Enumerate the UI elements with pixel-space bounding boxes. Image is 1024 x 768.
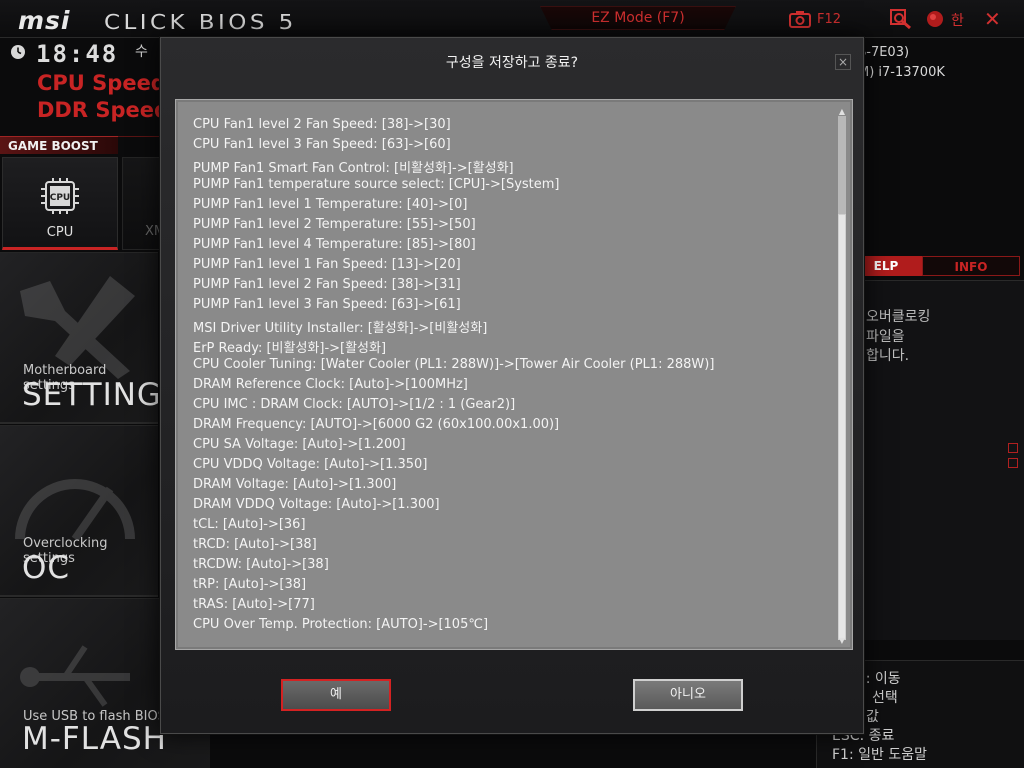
yes-button[interactable]: 예 <box>281 679 391 711</box>
xmp-profile-tile[interactable]: XM <box>122 157 165 250</box>
oc-title: OC <box>22 550 71 586</box>
change-line: CPU Over Temp. Protection: [AUTO]->[105℃… <box>193 617 489 632</box>
help-text-line: 파일을 <box>866 329 905 345</box>
change-line: DRAM Frequency: [AUTO]->[6000 G2 (60x100… <box>193 417 560 432</box>
scroll-thumb[interactable] <box>838 214 846 640</box>
change-line: CPU Fan1 level 2 Fan Speed: [38]->[30] <box>193 117 451 132</box>
screenshot-button[interactable]: F12 <box>789 9 841 29</box>
help-info-tabs: ELP INFO <box>850 256 1020 276</box>
save-exit-dialog: 구성을 저장하고 종료? × CPU Fan1 level 2 Fan Spee… <box>160 37 864 734</box>
cpu-tile-label: CPU <box>46 225 74 240</box>
game-boost-divider <box>118 136 160 137</box>
oc-menu[interactable]: Overclocking settings OC <box>0 425 158 597</box>
ez-mode-button[interactable]: EZ Mode (F7) <box>540 6 736 30</box>
weekday: 수 <box>135 44 148 60</box>
change-line: PUMP Fan1 level 2 Fan Speed: [38]->[31] <box>193 277 461 292</box>
exit-button[interactable]: ✕ <box>984 7 1001 31</box>
clock-time: 18:48 <box>36 40 119 68</box>
change-line: PUMP Fan1 level 3 Fan Speed: [63]->[61] <box>193 297 461 312</box>
cpu-info: M) i7-13700K <box>858 65 945 80</box>
settings-menu[interactable]: Motherboard settings SETTINGS <box>0 252 158 424</box>
scroll-down-icon[interactable]: ▼ <box>837 637 847 645</box>
change-line: ErP Ready: [비활성화]->[활성화] <box>193 341 387 356</box>
change-line: PUMP Fan1 level 1 Temperature: [40]->[0] <box>193 197 468 212</box>
ddr-speed-label: DDR Speed <box>37 98 170 122</box>
camera-icon <box>789 11 811 28</box>
change-line: DRAM Reference Clock: [Auto]->[100MHz] <box>193 377 468 392</box>
key-hint: F1: 일반 도움말 <box>832 747 927 763</box>
cpu-chip-icon: CPU <box>41 178 79 214</box>
help-scroll-mark <box>1008 443 1018 453</box>
change-line: DRAM VDDQ Voltage: [Auto]->[1.300] <box>193 497 440 512</box>
change-line: tCL: [Auto]->[36] <box>193 517 306 532</box>
change-line: CPU SA Voltage: [Auto]->[1.200] <box>193 437 406 452</box>
change-line: CPU Fan1 level 3 Fan Speed: [63]->[60] <box>193 137 451 152</box>
help-scroll-mark <box>1008 458 1018 468</box>
change-line: PUMP Fan1 level 4 Temperature: [85]->[80… <box>193 237 476 252</box>
game-boost-label: GAME BOOST <box>0 136 118 154</box>
help-text-line: 합니다. <box>866 348 910 364</box>
globe-icon[interactable] <box>924 9 946 29</box>
change-line: PUMP Fan1 level 2 Temperature: [55]->[50… <box>193 217 476 232</box>
board-info: S-7E03) <box>858 45 910 60</box>
change-line: CPU Cooler Tuning: [Water Cooler (PL1: 2… <box>193 357 715 372</box>
change-line: tRP: [Auto]->[38] <box>193 577 307 592</box>
cpu-speed-label: CPU Speed <box>37 71 166 95</box>
change-line: CPU VDDQ Voltage: [Auto]->[1.350] <box>193 457 428 472</box>
help-text-line: 오버클로킹 <box>866 309 931 325</box>
svg-text:CPU: CPU <box>50 193 71 203</box>
change-line: MSI Driver Utility Installer: [활성화]->[비활… <box>193 321 488 336</box>
clock-icon <box>11 45 25 59</box>
product-name: CLICK BIOS 5 <box>104 10 297 34</box>
change-line: PUMP Fan1 temperature source select: [CP… <box>193 177 560 192</box>
change-line: PUMP Fan1 Smart Fan Control: [비활성화]->[활성… <box>193 161 514 176</box>
tab-info[interactable]: INFO <box>922 256 1020 276</box>
change-line: tRCD: [Auto]->[38] <box>193 537 317 552</box>
change-line: tRCDW: [Auto]->[38] <box>193 557 329 572</box>
msi-logo: msi <box>18 6 71 35</box>
change-line: DRAM Voltage: [Auto]->[1.300] <box>193 477 397 492</box>
top-bar: msi CLICK BIOS 5 EZ Mode (F7) F12 한 ✕ <box>0 0 1024 38</box>
key-hint: 선택 <box>872 690 898 706</box>
changes-scrollbar[interactable]: ▲ ▼ <box>837 108 847 645</box>
cpu-profile-tile[interactable]: CPU CPU <box>2 157 118 250</box>
dialog-title: 구성을 저장하고 종료? <box>445 55 579 71</box>
scroll-up-icon[interactable]: ▲ <box>837 108 847 116</box>
change-line: PUMP Fan1 level 1 Fan Speed: [13]->[20] <box>193 257 461 272</box>
language-button[interactable]: 한 <box>951 10 964 30</box>
key-hint: 값 <box>866 709 879 725</box>
m-flash-title: M-FLASH <box>22 721 167 757</box>
dialog-close-button[interactable]: × <box>835 54 851 70</box>
screenshot-key-label: F12 <box>817 11 842 27</box>
settings-title: SETTINGS <box>22 377 158 413</box>
changes-list[interactable]: CPU Fan1 level 2 Fan Speed: [38]->[30] CP… <box>175 99 853 650</box>
search-icon[interactable] <box>890 9 912 29</box>
no-button[interactable]: 아니오 <box>633 679 743 711</box>
change-line: CPU IMC : DRAM Clock: [AUTO]->[1/2 : 1 (… <box>193 397 516 412</box>
change-line: tRAS: [Auto]->[77] <box>193 597 315 612</box>
